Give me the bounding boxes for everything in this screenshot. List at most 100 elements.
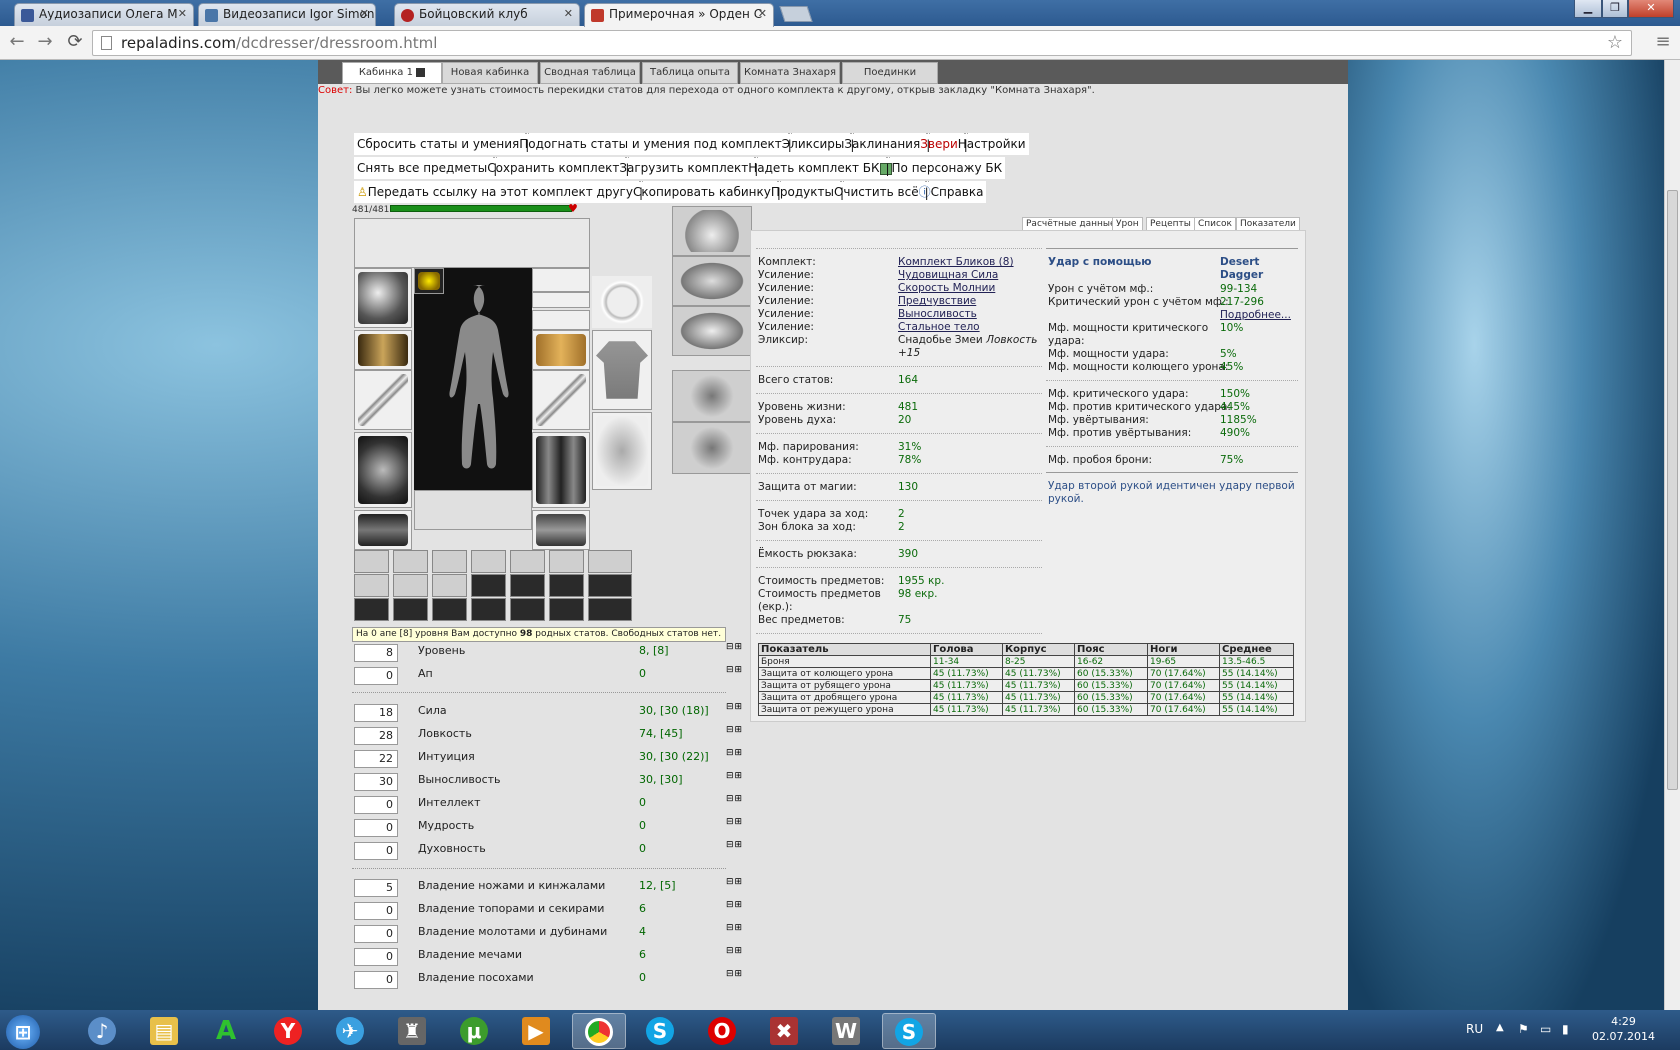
taskbar-cs[interactable]: ♜ bbox=[386, 1013, 440, 1049]
amulet-slot[interactable] bbox=[532, 268, 590, 292]
stat-stepper[interactable]: ⊟⊞ bbox=[726, 771, 743, 781]
buff-link[interactable]: Предчувствие bbox=[898, 295, 976, 307]
buff-link[interactable]: Скорость Молнии bbox=[898, 282, 995, 294]
stat-stepper[interactable]: ⊟⊞ bbox=[726, 748, 743, 758]
grid-cell[interactable] bbox=[432, 598, 467, 621]
stat-input[interactable]: 0 bbox=[354, 842, 398, 860]
clock[interactable]: 4:29 02.07.2014 bbox=[1592, 1014, 1655, 1044]
shirt-slot[interactable] bbox=[592, 330, 652, 410]
taskbar-chrome[interactable] bbox=[572, 1013, 626, 1049]
browser-tab-audio[interactable]: Аудиозаписи Олега М ✕ bbox=[14, 3, 194, 26]
buff-link[interactable]: Стальное тело bbox=[898, 321, 980, 333]
save-set-link[interactable]: Сохранить комплект bbox=[487, 161, 619, 175]
pose-slot-1[interactable] bbox=[672, 370, 752, 422]
stat-stepper[interactable]: ⊟⊞ bbox=[726, 817, 743, 827]
bracer-slot[interactable] bbox=[354, 330, 412, 370]
stat-input[interactable]: 0 bbox=[354, 819, 398, 837]
taskbar-utorrent[interactable]: μ bbox=[448, 1013, 502, 1049]
stat-input[interactable]: 0 bbox=[354, 925, 398, 943]
close-icon[interactable]: ✕ bbox=[564, 7, 573, 20]
stat-stepper[interactable]: ⊟⊞ bbox=[726, 946, 743, 956]
cloak-slot[interactable] bbox=[592, 412, 652, 490]
back-button[interactable]: ← bbox=[6, 32, 28, 54]
taskbar-skype-2[interactable]: S bbox=[882, 1013, 936, 1049]
tab-duels[interactable]: Поединки bbox=[842, 62, 938, 84]
taskbar-game[interactable]: ✖ bbox=[758, 1013, 812, 1049]
stat-input[interactable]: 0 bbox=[354, 796, 398, 814]
grid-cell[interactable] bbox=[354, 598, 389, 621]
chrome-menu-button[interactable]: ≡ bbox=[1652, 32, 1674, 54]
help-link[interactable]: Справка bbox=[931, 185, 984, 199]
stat-stepper[interactable]: ⊟⊞ bbox=[726, 900, 743, 910]
grid-cell[interactable] bbox=[471, 550, 506, 573]
helmet-slot[interactable] bbox=[354, 268, 412, 328]
grid-cell[interactable] bbox=[588, 550, 632, 573]
grid-cell[interactable] bbox=[354, 550, 389, 573]
address-bar[interactable]: repaladins.com/dcdresser/dressroom.html ☆ bbox=[92, 30, 1632, 56]
language-indicator[interactable]: RU bbox=[1466, 1022, 1483, 1036]
stat-stepper[interactable]: ⊟⊞ bbox=[726, 725, 743, 735]
stat-input[interactable]: 0 bbox=[354, 667, 398, 685]
close-window-button[interactable]: ✕ bbox=[1628, 0, 1674, 18]
tray-flag-icon[interactable]: ⚑ bbox=[1518, 1022, 1529, 1036]
stat-stepper[interactable]: ⊟⊞ bbox=[726, 665, 743, 675]
new-tab-button[interactable] bbox=[779, 6, 813, 22]
taskbar-yandex[interactable]: Y bbox=[262, 1013, 316, 1049]
earring-slot[interactable] bbox=[532, 292, 590, 308]
spells-link[interactable]: Заклинания bbox=[844, 137, 920, 151]
grid-cell[interactable] bbox=[588, 598, 632, 621]
forward-button[interactable]: → bbox=[34, 32, 56, 54]
close-cabin-icon[interactable] bbox=[416, 67, 426, 77]
tab-summary-table[interactable]: Сводная таблица bbox=[540, 62, 640, 84]
grid-cell[interactable] bbox=[510, 550, 545, 573]
stat-input[interactable]: 30 bbox=[354, 773, 398, 791]
taskbar-wot[interactable]: W bbox=[820, 1013, 874, 1049]
close-icon[interactable]: ✕ bbox=[360, 7, 369, 20]
minimize-button[interactable]: ▁ bbox=[1574, 0, 1602, 18]
close-icon[interactable]: ✕ bbox=[178, 7, 187, 20]
grid-cell[interactable] bbox=[471, 598, 506, 621]
by-char-link[interactable]: По персонажу БК bbox=[892, 161, 1003, 175]
gloves-slot[interactable] bbox=[532, 330, 590, 370]
scrollbar-thumb[interactable] bbox=[1667, 190, 1678, 790]
stat-input[interactable]: 0 bbox=[354, 902, 398, 920]
start-button[interactable]: ⊞ bbox=[0, 1013, 50, 1049]
tab-cabin-1[interactable]: Кабинка 1 bbox=[342, 62, 442, 84]
share-link[interactable]: Передать ссылку на этот комплект другу bbox=[368, 185, 633, 199]
stat-input[interactable]: 18 bbox=[354, 704, 398, 722]
grid-cell[interactable] bbox=[432, 574, 467, 597]
weapon-right-slot[interactable] bbox=[532, 370, 590, 430]
stat-stepper[interactable]: ⊟⊞ bbox=[726, 702, 743, 712]
ring-small-slots[interactable] bbox=[532, 310, 590, 330]
reload-button[interactable]: ⟳ bbox=[64, 32, 86, 54]
grid-cell[interactable] bbox=[549, 574, 584, 597]
grid-cell[interactable] bbox=[588, 574, 632, 597]
belt-slot[interactable] bbox=[354, 510, 412, 550]
tab-exp-table[interactable]: Таблица опыта bbox=[642, 62, 738, 84]
wreath-slot[interactable] bbox=[592, 276, 652, 328]
stat-input[interactable]: 5 bbox=[354, 879, 398, 897]
taskbar-opera[interactable]: O bbox=[696, 1013, 750, 1049]
stat-stepper[interactable]: ⊟⊞ bbox=[726, 642, 743, 652]
stat-input[interactable]: 28 bbox=[354, 727, 398, 745]
weapon-left-slot[interactable] bbox=[354, 370, 412, 430]
grid-cell[interactable] bbox=[393, 574, 428, 597]
stat-input[interactable]: 0 bbox=[354, 948, 398, 966]
leggings-slot[interactable] bbox=[532, 432, 590, 508]
tab-new-cabin[interactable]: Новая кабинка bbox=[442, 62, 538, 84]
armor-slot[interactable] bbox=[354, 432, 412, 508]
clear-all-link[interactable]: Очистить всё bbox=[834, 185, 919, 199]
fit-stats-link[interactable]: Подогнать статы и умения под комплект bbox=[519, 137, 782, 151]
stat-stepper[interactable]: ⊟⊞ bbox=[726, 840, 743, 850]
rune-slots[interactable] bbox=[414, 490, 532, 530]
grid-cell[interactable] bbox=[354, 574, 389, 597]
pose-slot-2[interactable] bbox=[672, 422, 752, 474]
taskbar-app-a[interactable]: A bbox=[200, 1013, 254, 1049]
buff-link[interactable]: Чудовищная Сила bbox=[898, 269, 998, 281]
pet-slot[interactable] bbox=[672, 306, 752, 356]
stat-stepper[interactable]: ⊟⊞ bbox=[726, 794, 743, 804]
taskbar-player[interactable]: ▶ bbox=[510, 1013, 564, 1049]
grid-cell[interactable] bbox=[549, 550, 584, 573]
boots-slot[interactable] bbox=[532, 510, 590, 550]
pray-slot[interactable] bbox=[672, 256, 752, 306]
